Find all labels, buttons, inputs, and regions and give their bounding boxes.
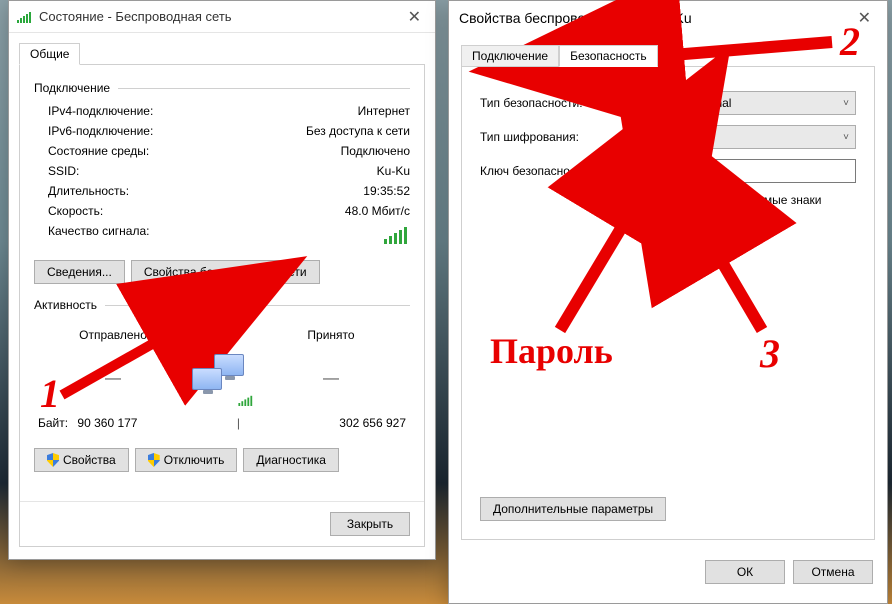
show-characters-row[interactable]: Отображать вводимые знаки (640, 193, 856, 207)
activity-signal-icon (238, 394, 254, 406)
activity-group-label: Активность (34, 298, 97, 312)
disable-button-label: Отключить (164, 453, 225, 467)
tab-general[interactable]: Общие (19, 43, 80, 65)
connection-group-header: Подключение (34, 81, 410, 95)
duration-label: Длительность: (34, 184, 129, 198)
ok-button[interactable]: ОК (705, 560, 785, 584)
sent-label: Отправлено (34, 328, 192, 342)
security-tab-panel: Тип безопасности: WPA2-Personal ˅ Тип ши… (461, 66, 875, 540)
bytes-received-value: 302 656 927 (339, 416, 406, 430)
disable-button[interactable]: Отключить (135, 448, 238, 472)
shield-icon (47, 453, 59, 467)
duration-value: 19:35:52 (363, 184, 410, 198)
chevron-down-icon: ˅ (843, 98, 849, 109)
properties-footer: ОК Отмена (449, 550, 887, 594)
properties-window: Свойства беспроводной сети Ku-Ku ✕ Подкл… (448, 0, 888, 604)
security-type-label: Тип безопасности: (480, 96, 640, 110)
status-window-title: Состояние - Беспроводная сеть (39, 9, 402, 24)
tab-security[interactable]: Безопасность (559, 45, 658, 67)
wireless-properties-button[interactable]: Свойства беспроводной сети (131, 260, 320, 284)
properties-titlebar: Свойства беспроводной сети Ku-Ku ✕ (449, 1, 887, 35)
close-icon[interactable]: ✕ (402, 5, 427, 29)
status-tab-panel: Подключение IPv4-подключение: Интернет IP… (19, 64, 425, 547)
ipv4-value: Интернет (358, 104, 410, 118)
diagnostics-button[interactable]: Диагностика (243, 448, 339, 472)
tab-connection[interactable]: Подключение (461, 45, 559, 67)
properties-button-label: Свойства (63, 453, 116, 467)
status-titlebar: Состояние - Беспроводная сеть ✕ (9, 1, 435, 33)
network-activity-icon (192, 354, 252, 404)
security-key-input[interactable]: 88881540 (640, 159, 856, 183)
connection-group-label: Подключение (34, 81, 110, 95)
media-state-value: Подключено (341, 144, 410, 158)
bytes-label: Байт: (38, 416, 68, 430)
security-key-value: 88881540 (647, 164, 700, 178)
encryption-type-label: Тип шифрования: (480, 130, 640, 144)
speed-value: 48.0 Мбит/с (345, 204, 410, 218)
show-characters-checkbox[interactable] (640, 193, 654, 207)
received-label: Принято (252, 328, 410, 342)
security-key-label: Ключ безопасности сети (480, 164, 640, 178)
close-button[interactable]: Закрыть (330, 512, 410, 536)
properties-button[interactable]: Свойства (34, 448, 129, 472)
properties-window-title: Свойства беспроводной сети Ku-Ku (459, 10, 852, 26)
encryption-type-value: AES (647, 130, 671, 144)
ipv4-label: IPv4-подключение: (34, 104, 153, 118)
ipv6-value: Без доступа к сети (306, 124, 410, 138)
chevron-down-icon: ˅ (843, 132, 849, 143)
signal-bars-icon (384, 224, 410, 244)
media-state-label: Состояние среды: (34, 144, 149, 158)
properties-tabs: Подключение Безопасность (449, 35, 887, 67)
ssid-value: Ku-Ku (377, 164, 410, 178)
advanced-settings-button[interactable]: Дополнительные параметры (480, 497, 666, 521)
cancel-button[interactable]: Отмена (793, 560, 873, 584)
signal-quality-value (384, 224, 410, 247)
signal-icon (17, 11, 31, 23)
dash-recv: — (252, 370, 410, 388)
status-tabs: Общие (19, 43, 425, 65)
bytes-sent-value: 90 360 177 (77, 416, 137, 430)
security-type-value: WPA2-Personal (647, 96, 731, 110)
activity-group-header: Активность (34, 298, 410, 312)
dash-sent: — (34, 370, 192, 388)
close-icon[interactable]: ✕ (852, 6, 877, 30)
security-type-select[interactable]: WPA2-Personal ˅ (640, 91, 856, 115)
details-button[interactable]: Сведения... (34, 260, 125, 284)
encryption-type-select[interactable]: AES ˅ (640, 125, 856, 149)
ipv6-label: IPv6-подключение: (34, 124, 153, 138)
signal-quality-label: Качество сигнала: (34, 224, 149, 247)
status-window: Состояние - Беспроводная сеть ✕ Общие По… (8, 0, 436, 560)
speed-label: Скорость: (34, 204, 103, 218)
shield-icon (148, 453, 160, 467)
ssid-label: SSID: (34, 164, 79, 178)
show-characters-label: Отображать вводимые знаки (660, 193, 821, 207)
